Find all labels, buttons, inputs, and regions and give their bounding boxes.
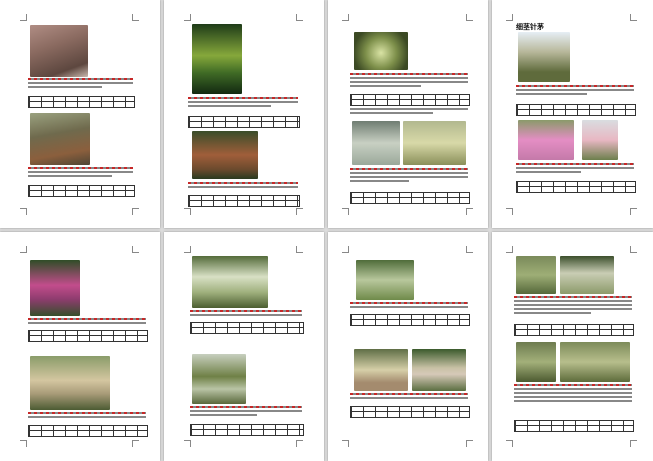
crop-mark [342, 14, 349, 21]
crop-mark [20, 14, 27, 21]
plant-data-table [28, 185, 135, 197]
crop-mark [506, 246, 513, 253]
page [492, 232, 653, 461]
crop-mark [132, 440, 139, 447]
plant-description [516, 85, 634, 103]
grass-photo [582, 120, 618, 160]
page [164, 232, 324, 461]
plant-data-table [350, 192, 470, 204]
grass-photo [30, 25, 88, 77]
plant-description [28, 167, 133, 185]
plant-description [188, 97, 298, 115]
plant-description [514, 296, 632, 314]
crop-mark [184, 440, 191, 447]
crop-mark [296, 440, 303, 447]
plant-description [190, 406, 302, 424]
page [164, 0, 324, 228]
plant-data-table [514, 324, 634, 336]
crop-mark [630, 246, 637, 253]
crop-mark [184, 14, 191, 21]
grass-photo [30, 260, 80, 316]
plant-data-table [350, 94, 470, 106]
crop-mark [342, 208, 349, 215]
page [328, 0, 488, 228]
plant-data-table [350, 314, 470, 326]
crop-mark [20, 440, 27, 447]
grass-photo [356, 260, 414, 300]
plant-description [516, 163, 634, 181]
crop-mark [296, 246, 303, 253]
grass-photo [30, 113, 90, 165]
grass-photo [354, 32, 408, 70]
plant-data-table [28, 330, 148, 342]
page: 细茎针茅 [492, 0, 653, 228]
plant-description [514, 384, 632, 402]
grass-photo [192, 256, 268, 308]
crop-mark [466, 208, 473, 215]
crop-mark [132, 14, 139, 21]
grass-photo [518, 120, 574, 160]
crop-mark [630, 14, 637, 21]
crop-mark [630, 208, 637, 215]
crop-mark [296, 208, 303, 215]
page [328, 232, 488, 461]
crop-mark [506, 14, 513, 21]
grass-photo [518, 32, 570, 82]
grass-photo [352, 121, 400, 165]
crop-mark [184, 246, 191, 253]
plant-description [350, 73, 468, 91]
crop-mark [20, 246, 27, 253]
grass-photo [192, 131, 258, 179]
crop-mark [342, 440, 349, 447]
crop-mark [466, 246, 473, 253]
grass-photo [403, 121, 466, 165]
plant-data-table [350, 406, 470, 418]
plant-data-table [28, 425, 148, 437]
grass-photo [192, 24, 242, 94]
plant-data-table [28, 96, 135, 108]
crop-mark [466, 14, 473, 21]
grass-photo [412, 349, 466, 391]
page [0, 232, 160, 461]
grass-photo [516, 342, 556, 382]
plant-data-table [188, 116, 300, 128]
plant-description [350, 168, 468, 186]
crop-mark [132, 246, 139, 253]
crop-mark [506, 208, 513, 215]
grass-photo [516, 256, 556, 294]
plant-data-table [190, 424, 304, 436]
crop-mark [296, 14, 303, 21]
plant-data-table [514, 420, 634, 432]
grass-photo [30, 356, 110, 410]
grass-photo [192, 354, 246, 404]
section-heading: 细茎针茅 [516, 23, 544, 31]
plant-data-table [516, 181, 636, 193]
page [0, 0, 160, 228]
plant-description [28, 78, 133, 96]
crop-mark [466, 440, 473, 447]
crop-mark [342, 246, 349, 253]
grass-photo [354, 349, 408, 391]
crop-mark [630, 440, 637, 447]
plant-data-table [516, 104, 636, 116]
crop-mark [184, 208, 191, 215]
grass-photo [560, 342, 630, 382]
crop-mark [132, 208, 139, 215]
crop-mark [506, 440, 513, 447]
grass-photo [560, 256, 614, 294]
plant-data-table [190, 322, 304, 334]
crop-mark [20, 208, 27, 215]
plant-data-table [188, 195, 300, 207]
